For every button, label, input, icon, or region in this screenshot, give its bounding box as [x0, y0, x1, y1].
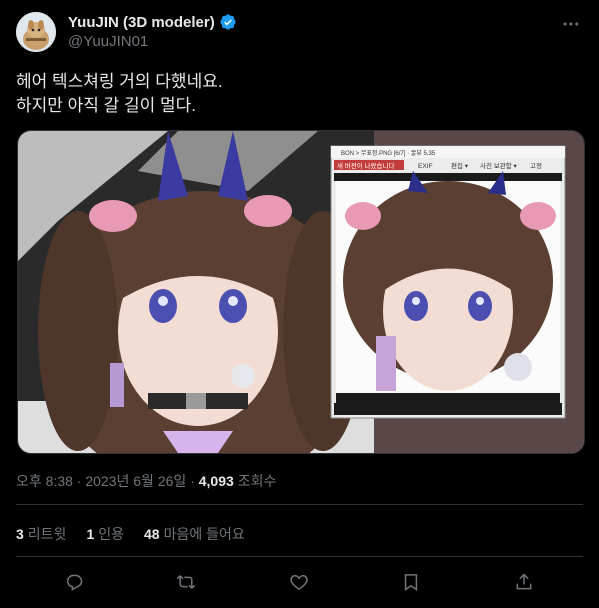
- image-viewer-window: BON > 무표정.PNG [6/7] · 꿀뷰 5.35 새 버전이 나왔습니…: [330, 145, 566, 419]
- bookmark-icon[interactable]: [399, 570, 423, 594]
- quotes-stat[interactable]: 1 인용: [86, 524, 124, 544]
- likes-label: 마음에 들어요: [163, 526, 245, 542]
- tweet-meta: 오후 8:38 · 2023년 6월 26일 · 4,093 조회수: [16, 471, 276, 491]
- verified-badge-icon: [219, 13, 237, 31]
- likes-stat[interactable]: 48 마음에 들어요: [144, 524, 245, 544]
- quotes-count: 1: [86, 526, 95, 542]
- viewer-menu-pin: 고정: [530, 161, 542, 170]
- viewer-title: BON > 무표정.PNG [6/7] · 꿀뷰 5.35: [341, 150, 436, 157]
- retweets-count: 3: [16, 526, 24, 542]
- divider: [16, 504, 583, 505]
- meta-separator: ·: [190, 473, 195, 489]
- more-icon[interactable]: [559, 12, 583, 36]
- views-count: 4,093: [198, 473, 234, 489]
- viewer-exif-label: EXIF: [418, 163, 432, 170]
- tweet-stats: 3 리트윗 1 인용 48 마음에 들어요: [16, 524, 245, 544]
- viewer-notice-button: 새 버전이 나왔습니다: [337, 161, 394, 170]
- retweet-icon[interactable]: [174, 570, 198, 594]
- views-label: 조회수: [237, 473, 277, 489]
- tweet-date[interactable]: 2023년 6월 26일: [85, 473, 186, 489]
- viewer-menu-photo: 사진 보관함 ▾: [480, 161, 518, 170]
- retweets-label: 리트윗: [27, 526, 67, 542]
- quotes-label: 인용: [98, 526, 124, 542]
- share-icon[interactable]: [512, 570, 536, 594]
- retweets-stat[interactable]: 3 리트윗: [16, 524, 66, 544]
- tweet-time[interactable]: 오후 8:38: [16, 473, 73, 489]
- tweet: YuuJIN (3D modeler) @YuuJIN01 헤어 텍스쳐링 거의…: [0, 0, 599, 608]
- meta-separator: ·: [76, 473, 82, 489]
- author-name-row[interactable]: YuuJIN (3D modeler): [68, 13, 237, 31]
- likes-count: 48: [144, 526, 160, 542]
- author-handle[interactable]: @YuuJIN01: [68, 33, 148, 50]
- author-display-name[interactable]: YuuJIN (3D modeler): [68, 14, 215, 31]
- tweet-text: 헤어 텍스쳐링 거의 다했네요. 하지만 아직 갈 길이 멀다.: [16, 72, 223, 115]
- tweet-media-image[interactable]: BON > 무표정.PNG [6/7] · 꿀뷰 5.35 새 버전이 나왔습니…: [17, 130, 585, 454]
- viewer-menu-edit: 편집 ▾: [451, 161, 469, 170]
- divider: [16, 556, 583, 557]
- heart-icon[interactable]: [287, 570, 311, 594]
- reply-icon[interactable]: [62, 570, 86, 594]
- tweet-actions: [0, 568, 599, 598]
- avatar[interactable]: [16, 12, 56, 52]
